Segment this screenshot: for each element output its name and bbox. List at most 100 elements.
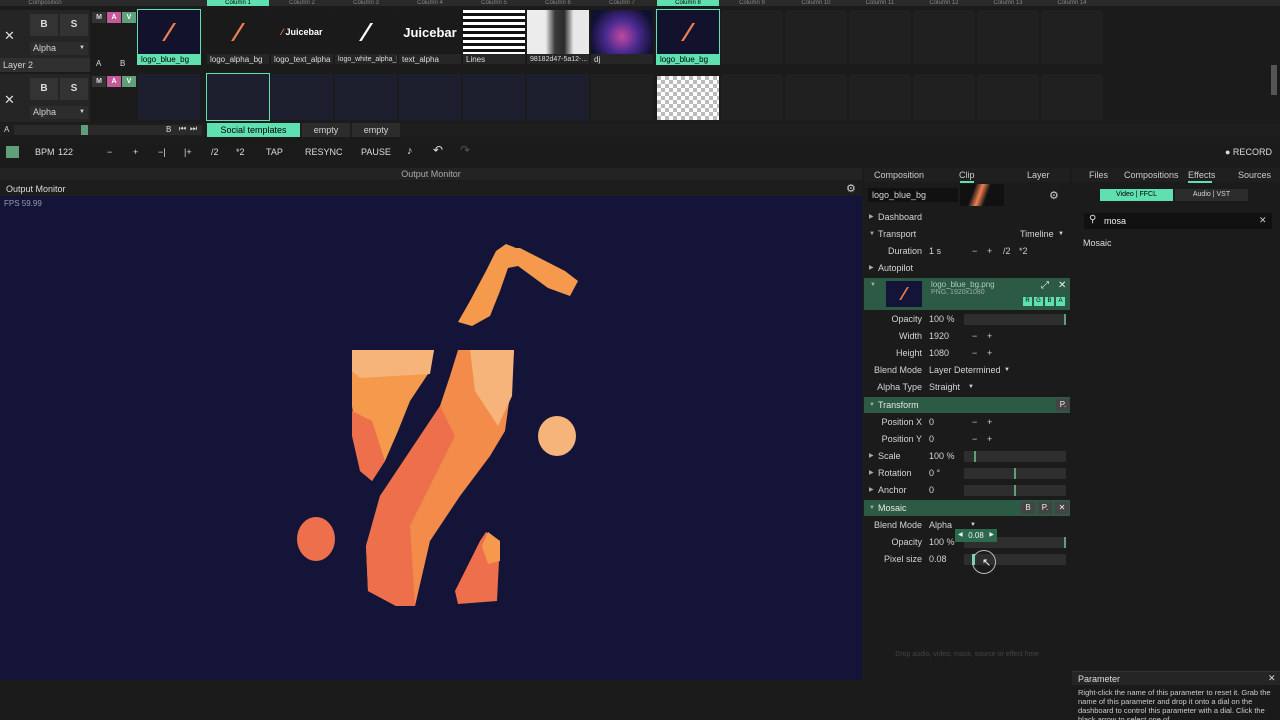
bpm-decrease-button[interactable]: − <box>107 145 112 159</box>
column-header-7[interactable]: Column 7 <box>591 0 653 6</box>
layer2-bypass-button[interactable]: B <box>30 14 58 36</box>
layer1-clip-cell[interactable] <box>271 74 333 120</box>
tap-button[interactable]: TAP <box>266 145 283 159</box>
clip-cell-6[interactable]: Lines <box>463 10 525 64</box>
channel-r-toggle[interactable]: R <box>1023 297 1032 306</box>
blend-mode-label[interactable]: Blend Mode <box>864 362 922 379</box>
empty-clip-cell[interactable] <box>591 74 653 120</box>
column-header-2[interactable]: Column 2 <box>271 0 333 6</box>
layer2-audio-button[interactable]: A <box>107 12 121 23</box>
mosaic-preset-button[interactable]: P. <box>1038 502 1052 514</box>
clip-cell-7[interactable]: 98182d47-5a12-... <box>527 10 589 64</box>
empty-clip-cell[interactable] <box>1041 74 1103 120</box>
layer1-clip-cell[interactable] <box>527 74 589 120</box>
scale-slider[interactable] <box>964 451 1066 462</box>
layer1-bypass-button[interactable]: B <box>30 78 58 100</box>
opacity-value[interactable]: 100 % <box>929 311 955 328</box>
opacity-label[interactable]: Opacity <box>864 311 922 328</box>
collapse-arrow-icon[interactable]: ▼ <box>870 282 876 288</box>
tab-sources[interactable]: Sources <box>1238 168 1271 182</box>
effects-search-value[interactable]: mosa <box>1104 216 1126 226</box>
layer1-clip-cell[interactable] <box>206 73 270 121</box>
position-x-plus-button[interactable]: + <box>987 414 992 431</box>
close-icon[interactable]: ✕ <box>1268 673 1276 684</box>
position-y-value[interactable]: 0 <box>929 431 934 448</box>
position-y-plus-button[interactable]: + <box>987 431 992 448</box>
column-header-9[interactable]: Column 9 <box>721 0 783 6</box>
height-plus-button[interactable]: + <box>987 345 992 362</box>
layer1-clip-cell[interactable] <box>463 74 525 120</box>
anchor-slider[interactable] <box>964 485 1066 496</box>
record-button[interactable]: ● RECORD <box>1225 145 1272 159</box>
position-y-minus-button[interactable]: − <box>972 431 977 448</box>
source-file-block[interactable]: ▼ ⁄ logo_blue_bg.png PNG, 1920x1080 ⤢ ✕ … <box>864 278 1070 310</box>
nudge-plus-button[interactable]: |+ <box>184 145 192 159</box>
bpm-value[interactable]: 122 <box>58 145 73 159</box>
empty-clip-cell[interactable] <box>913 10 975 64</box>
layer1-close-icon[interactable]: ✕ <box>4 92 15 108</box>
layer2-solo-button[interactable]: S <box>60 14 88 36</box>
scale-value[interactable]: 100 % <box>929 448 955 465</box>
column-header-1[interactable]: Column 1 <box>207 0 269 6</box>
skip-prev-icon[interactable]: ⏮ <box>179 124 186 134</box>
rotation-label[interactable]: Rotation <box>878 465 912 482</box>
mosaic-blend-select[interactable]: Alpha <box>929 517 952 534</box>
clip-cell-5[interactable]: Juicebar text_alpha <box>399 10 461 64</box>
clip-cell-4[interactable]: ⁄ logo_white_alpha_bg <box>335 10 397 64</box>
anchor-slider-handle[interactable] <box>1014 485 1016 496</box>
video-effects-toggle[interactable]: Video | FFCL <box>1100 189 1173 201</box>
dashboard-section[interactable]: ▶ Dashboard <box>864 209 1070 225</box>
height-minus-button[interactable]: − <box>972 345 977 362</box>
layer1-blend-select[interactable]: Alpha ▼ <box>30 106 88 119</box>
width-plus-button[interactable]: + <box>987 328 992 345</box>
transform-section[interactable]: ▼ Transform P. <box>864 397 1070 413</box>
empty-clip-cell[interactable] <box>785 74 847 120</box>
width-value[interactable]: 1920 <box>929 328 949 345</box>
expand-arrow-icon[interactable]: ▶ <box>869 482 874 499</box>
tab-clip[interactable]: Clip <box>959 168 975 182</box>
rotation-slider-handle[interactable] <box>1014 468 1016 479</box>
duration-minus-button[interactable]: − <box>972 243 977 260</box>
skip-next-icon[interactable]: ⏭ <box>190 124 197 134</box>
empty-clip-cell[interactable] <box>849 74 911 120</box>
column-header-8[interactable]: Column 8 <box>657 0 719 6</box>
layer2-blend-select[interactable]: Alpha ▼ <box>30 42 88 55</box>
crossfader-handle[interactable] <box>81 125 88 135</box>
mosaic-opacity-slider-handle[interactable] <box>1064 537 1066 548</box>
column-header-14[interactable]: Column 14 <box>1041 0 1103 6</box>
chevron-down-icon[interactable]: ▼ <box>968 379 974 396</box>
layer1-clip-cell[interactable] <box>399 74 461 120</box>
layer1-video-button[interactable]: V <box>122 76 136 87</box>
effect-result-mosaic[interactable]: Mosaic <box>1083 238 1112 248</box>
clip-cell-9[interactable]: ⁄ logo_blue_bg <box>656 9 720 65</box>
expand-icon[interactable]: ⤢ <box>1041 280 1049 291</box>
transform-preset-button[interactable]: P. <box>1056 399 1070 411</box>
position-x-minus-button[interactable]: − <box>972 414 977 431</box>
mosaic-section[interactable]: ▼ Mosaic B P. ✕ <box>864 500 1070 516</box>
mosaic-bypass-button[interactable]: B <box>1021 502 1035 514</box>
layer2-close-icon[interactable]: ✕ <box>4 28 15 44</box>
layer1-clip-cell[interactable] <box>335 74 397 120</box>
width-label[interactable]: Width <box>864 328 922 345</box>
layer2-crossfader-b[interactable]: B <box>120 59 125 68</box>
clip-cell-2[interactable]: ⁄ logo_alpha_bg <box>207 10 269 64</box>
layer2-video-button[interactable]: V <box>122 12 136 23</box>
close-icon[interactable]: ✕ <box>1058 280 1066 291</box>
chevron-down-icon[interactable]: ▼ <box>1058 226 1064 242</box>
deck-tab-empty[interactable]: empty <box>352 123 400 137</box>
mosaic-opacity-value[interactable]: 100 % <box>929 534 955 551</box>
channel-a-toggle[interactable]: A <box>1056 297 1065 306</box>
alpha-type-select[interactable]: Straight <box>929 379 960 396</box>
bpm-increase-button[interactable]: + <box>133 145 138 159</box>
metronome-indicator[interactable] <box>6 146 19 158</box>
column-header-5[interactable]: Column 5 <box>463 0 525 6</box>
expand-arrow-icon[interactable]: ▶ <box>869 465 874 482</box>
height-value[interactable]: 1080 <box>929 345 949 362</box>
empty-clip-cell[interactable] <box>849 10 911 64</box>
alpha-type-label[interactable]: Alpha Type <box>864 379 922 396</box>
layer2-name[interactable]: Layer 2 <box>0 58 90 72</box>
scale-label[interactable]: Scale <box>878 448 901 465</box>
height-label[interactable]: Height <box>864 345 922 362</box>
opacity-slider-handle[interactable] <box>1064 314 1066 325</box>
rotation-slider[interactable] <box>964 468 1066 479</box>
